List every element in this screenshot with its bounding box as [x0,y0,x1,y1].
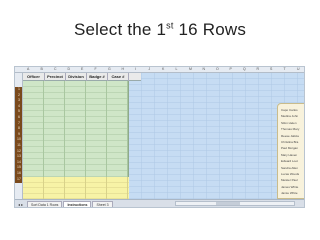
officer-list-item[interactable]: Medina John [281,114,304,119]
row-number[interactable]: 10 [16,137,22,141]
row-number[interactable]: 12 [16,149,22,153]
column-letter[interactable]: A [27,67,29,71]
column-letter[interactable]: I [135,67,136,71]
column-letter[interactable]: D [68,67,71,71]
officer-list-item[interactable]: Paul Morgan [281,146,304,151]
officer-list-item[interactable]: Christina Bra [281,140,304,145]
column-letter[interactable]: S [270,67,272,71]
row-number[interactable]: 7 [16,121,22,125]
column-letter[interactable]: U [297,67,300,71]
officer-dropdown-list[interactable]: Capo Carlos Medina John Sifon Helen Thomas … [277,103,304,199]
table-header-row: Officer Precinct Division Badge # Case # [23,73,141,81]
officer-list-item[interactable]: Thomas Mary [281,127,304,132]
column-letter[interactable]: N [203,67,206,71]
sheet-tab[interactable]: Sort Data 1 Rows [27,201,63,207]
column-letter[interactable]: K [162,67,164,71]
spreadsheet-window: ABCDEFGHIJKLMNOPQRSTU 1 2 3 4 5 6 7 8 9 10 11 12 13 1… [14,66,305,208]
column-letter[interactable]: C [54,67,57,71]
column-letter[interactable]: B [41,67,43,71]
header-cell[interactable]: Officer [23,73,45,81]
column-letter[interactable]: Q [243,67,246,71]
tab-nav-arrows-icon[interactable]: ◂ ▸ [15,202,27,207]
column-letter[interactable]: G [108,67,111,71]
slide-title: Select the 1st 16 Rows [0,20,320,40]
column-letter[interactable]: O [216,67,219,71]
row-number[interactable]: 6 [16,115,22,119]
data-rows-green[interactable] [23,81,129,177]
officer-list-item[interactable]: James White [281,185,304,190]
row-number[interactable]: 8 [16,126,22,130]
column-letter[interactable]: R [257,67,260,71]
header-cell[interactable]: Badge # [87,73,108,81]
sheet-tab-active[interactable]: Instructions [63,201,92,207]
column-letter[interactable]: L [176,67,178,71]
row-number[interactable]: 15 [16,165,22,169]
row-number[interactable]: 9 [16,132,22,136]
officer-list-item[interactable]: Meister Paul [281,178,304,183]
title-suffix: 16 Rows [173,20,247,39]
title-superscript: st [166,20,174,31]
row-number[interactable]: 1 [16,87,22,91]
row-number[interactable]: 4 [16,104,22,108]
column-letter[interactable]: H [122,67,125,71]
title-prefix: Select the 1 [73,20,167,39]
officer-list-item[interactable]: Reese Jalicia [281,134,304,139]
officer-list-item[interactable]: Mary Haven [281,153,304,158]
officer-list-item[interactable]: Capo Carlos [281,108,304,113]
row-number[interactable]: 5 [16,109,22,113]
sheet-tab[interactable]: Sheet 3 [92,201,113,207]
row-number[interactable]: 14 [16,160,22,164]
officer-list-item[interactable]: Sandra Allen [281,166,304,171]
officer-list-item[interactable]: Edward Loot [281,159,304,164]
header-cell[interactable]: Case # [108,73,129,81]
officer-list-item[interactable]: Jamie White [281,191,304,196]
column-letter[interactable]: M [189,67,192,71]
row-number[interactable]: 2 [16,93,22,97]
row-number[interactable]: 16 [16,171,22,175]
row-number[interactable]: 13 [16,154,22,158]
row-number[interactable]: 17 [16,177,22,181]
row-number[interactable]: 3 [16,98,22,102]
column-letter[interactable]: T [284,67,286,71]
data-rows-yellow[interactable] [23,177,129,199]
officer-list-item[interactable]: Lucas Woods [281,172,304,177]
selected-rows-highlight[interactable]: 1 2 3 4 5 6 7 8 9 10 11 12 13 14 15 16 17 [15,87,22,183]
column-letter[interactable]: J [149,67,151,71]
scrollbar-thumb[interactable] [216,202,240,205]
column-letter[interactable]: E [81,67,83,71]
officer-list-item[interactable]: Sifon Helen [281,121,304,126]
header-cell[interactable]: Precinct [45,73,66,81]
header-cell[interactable]: Division [66,73,87,81]
row-header-bar[interactable]: 1 2 3 4 5 6 7 8 9 10 11 12 13 14 15 16 17 [15,73,23,199]
horizontal-scrollbar[interactable] [175,201,295,206]
column-letter[interactable]: F [95,67,97,71]
row-number[interactable]: 11 [16,143,22,147]
column-letter[interactable]: P [230,67,232,71]
